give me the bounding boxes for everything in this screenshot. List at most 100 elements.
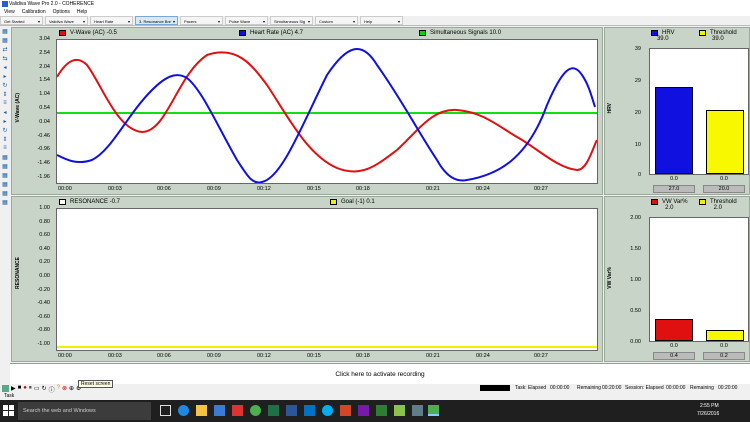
tab-get-started[interactable]: Get Started ▾: [0, 16, 43, 25]
grid-icon[interactable]: ▦: [1, 27, 9, 35]
tab-pacers[interactable]: Pacers ▾: [180, 16, 223, 25]
legend-swatch: [59, 30, 66, 36]
legend-item: HRV 39.0: [651, 30, 675, 42]
arrow-left-icon[interactable]: ◂: [1, 108, 9, 116]
photos-icon[interactable]: [232, 405, 243, 416]
bars-icon[interactable]: ≡: [1, 99, 9, 107]
app-icon[interactable]: [376, 405, 387, 416]
x-tick-label: 00:06: [157, 186, 171, 192]
app-icon[interactable]: [412, 405, 423, 416]
legend-swatch: [651, 199, 658, 205]
y-tick-label: 2.54: [39, 49, 50, 56]
session-elapsed-label: Session: Elapsed: [625, 385, 664, 391]
outlook-icon[interactable]: [304, 405, 315, 416]
y-tick-label: -0.96: [37, 146, 50, 153]
bar-value-bottom: 27.0: [653, 185, 695, 193]
legend-swatch: [699, 199, 706, 205]
sync-icon[interactable]: ↻: [1, 126, 9, 134]
word-icon[interactable]: [286, 405, 297, 416]
powerpoint-icon[interactable]: [340, 405, 351, 416]
y-tick-label: 0.00: [39, 273, 50, 279]
session-elapsed-value: 00:00:00: [666, 385, 686, 391]
y-tick-label: 1.00: [630, 277, 641, 283]
tab-validiva-wave[interactable]: Validiva Wave ▾: [45, 16, 88, 25]
skype-icon[interactable]: [322, 405, 333, 416]
x-tick-label: 00:00: [58, 186, 72, 192]
grid-icon[interactable]: ▦: [1, 171, 9, 179]
y-axis-ticks: 3.04 2.54 2.04 1.54 1.04 0.54 0.04 -0.46…: [24, 36, 52, 188]
legend-swatch: [59, 199, 66, 205]
grid-icon[interactable]: ▦: [1, 189, 9, 197]
arrow-right-icon[interactable]: ▸: [1, 117, 9, 125]
excel-icon[interactable]: [268, 405, 279, 416]
sync-icon[interactable]: ↻: [1, 81, 9, 89]
task-label: Task: [4, 393, 15, 399]
file-explorer-icon[interactable]: [196, 405, 207, 416]
y-axis-label: V-Wave (AC): [15, 93, 21, 123]
grid-icon[interactable]: ▦: [1, 36, 9, 44]
tab-resonance-breathing[interactable]: 3. Resonance Bre ▾: [135, 16, 178, 25]
x-tick-label: 00:06: [157, 353, 171, 359]
menu-options[interactable]: Options: [53, 8, 70, 16]
legend-item: RESONANCE -0.7: [59, 199, 120, 205]
record-button[interactable]: Click here to activate recording: [10, 363, 750, 384]
chevron-down-icon: ▾: [172, 19, 175, 24]
swap-icon[interactable]: ⇆: [1, 54, 9, 62]
search-input[interactable]: Search the web and Windows: [18, 402, 151, 420]
tab-pulse-wave[interactable]: Pulse Wave ▾: [225, 16, 268, 25]
expand-icon[interactable]: ⇕: [1, 90, 9, 98]
pause-icon[interactable]: ⏸: [29, 385, 32, 394]
bar-value-bottom: 0.2: [703, 352, 745, 360]
clock-time[interactable]: 2:55 PM: [700, 403, 719, 409]
bars-icon[interactable]: ≡: [1, 144, 9, 152]
window-icon[interactable]: ▭: [34, 385, 40, 394]
store-icon[interactable]: [214, 405, 225, 416]
record-icon[interactable]: ●: [23, 385, 27, 394]
add-icon[interactable]: ⊕: [69, 385, 74, 394]
onenote-icon[interactable]: [358, 405, 369, 416]
swap-icon[interactable]: ⇄: [1, 45, 9, 53]
chevron-down-icon: ▾: [37, 19, 40, 24]
arrow-right-icon[interactable]: ▸: [1, 72, 9, 80]
x-tick-label: 00:03: [108, 353, 122, 359]
hrv-panel: HRV 39.0 Threshold 39.0 HRV 39 29 20 10 …: [604, 27, 750, 195]
grid-icon[interactable]: ▦: [1, 180, 9, 188]
tab-custom[interactable]: Custom ▾: [315, 16, 358, 25]
y-tick-label: -1.00: [37, 341, 50, 347]
grid-icon[interactable]: ▦: [1, 153, 9, 161]
menu-view[interactable]: View: [4, 8, 15, 16]
legend-label: V-Wave (AC) -0.5: [70, 30, 117, 36]
legend-item: Goal (-1) 0.1: [330, 199, 375, 205]
app-icon[interactable]: [394, 405, 405, 416]
start-icon[interactable]: [3, 405, 14, 416]
chrome-icon[interactable]: [250, 405, 261, 416]
chevron-down-icon: ▾: [262, 19, 265, 24]
menu-help[interactable]: Help: [77, 8, 87, 16]
info-icon[interactable]: ⓘ: [49, 385, 55, 394]
menu-calibration[interactable]: Calibration: [22, 8, 46, 16]
task-view-icon[interactable]: [160, 405, 171, 416]
y-tick-label: 1.04: [39, 91, 50, 98]
y-tick-label: -0.46: [37, 132, 50, 139]
x-tick-label: 00:12: [257, 353, 271, 359]
grid-icon[interactable]: ▦: [1, 198, 9, 206]
grid-icon[interactable]: ▦: [1, 162, 9, 170]
expand-icon[interactable]: ⇕: [1, 135, 9, 143]
clock-date[interactable]: 7/26/2016: [697, 411, 719, 417]
tab-heart-rate[interactable]: Heart Rate ▾: [90, 16, 133, 25]
wrench-icon[interactable]: [2, 385, 9, 392]
refresh-icon[interactable]: ↻: [42, 385, 47, 394]
tab-help[interactable]: Help ▾: [360, 16, 403, 25]
y-tick-label: 0.04: [39, 118, 50, 125]
x-tick-label: 00:24: [476, 186, 490, 192]
tab-simultaneous-signals[interactable]: Simultaneous Sig ▾: [270, 16, 313, 25]
close-icon[interactable]: ⊗: [62, 385, 67, 394]
threshold-bar: [706, 330, 744, 341]
arrow-left-icon[interactable]: ◂: [1, 63, 9, 71]
validiva-icon[interactable]: [428, 405, 439, 416]
help-icon[interactable]: ?: [57, 385, 60, 394]
x-tick-label: 00:18: [356, 353, 370, 359]
edge-icon[interactable]: [178, 405, 189, 416]
y-tick-label: 0.20: [39, 259, 50, 266]
stop-icon[interactable]: ■: [18, 385, 22, 394]
